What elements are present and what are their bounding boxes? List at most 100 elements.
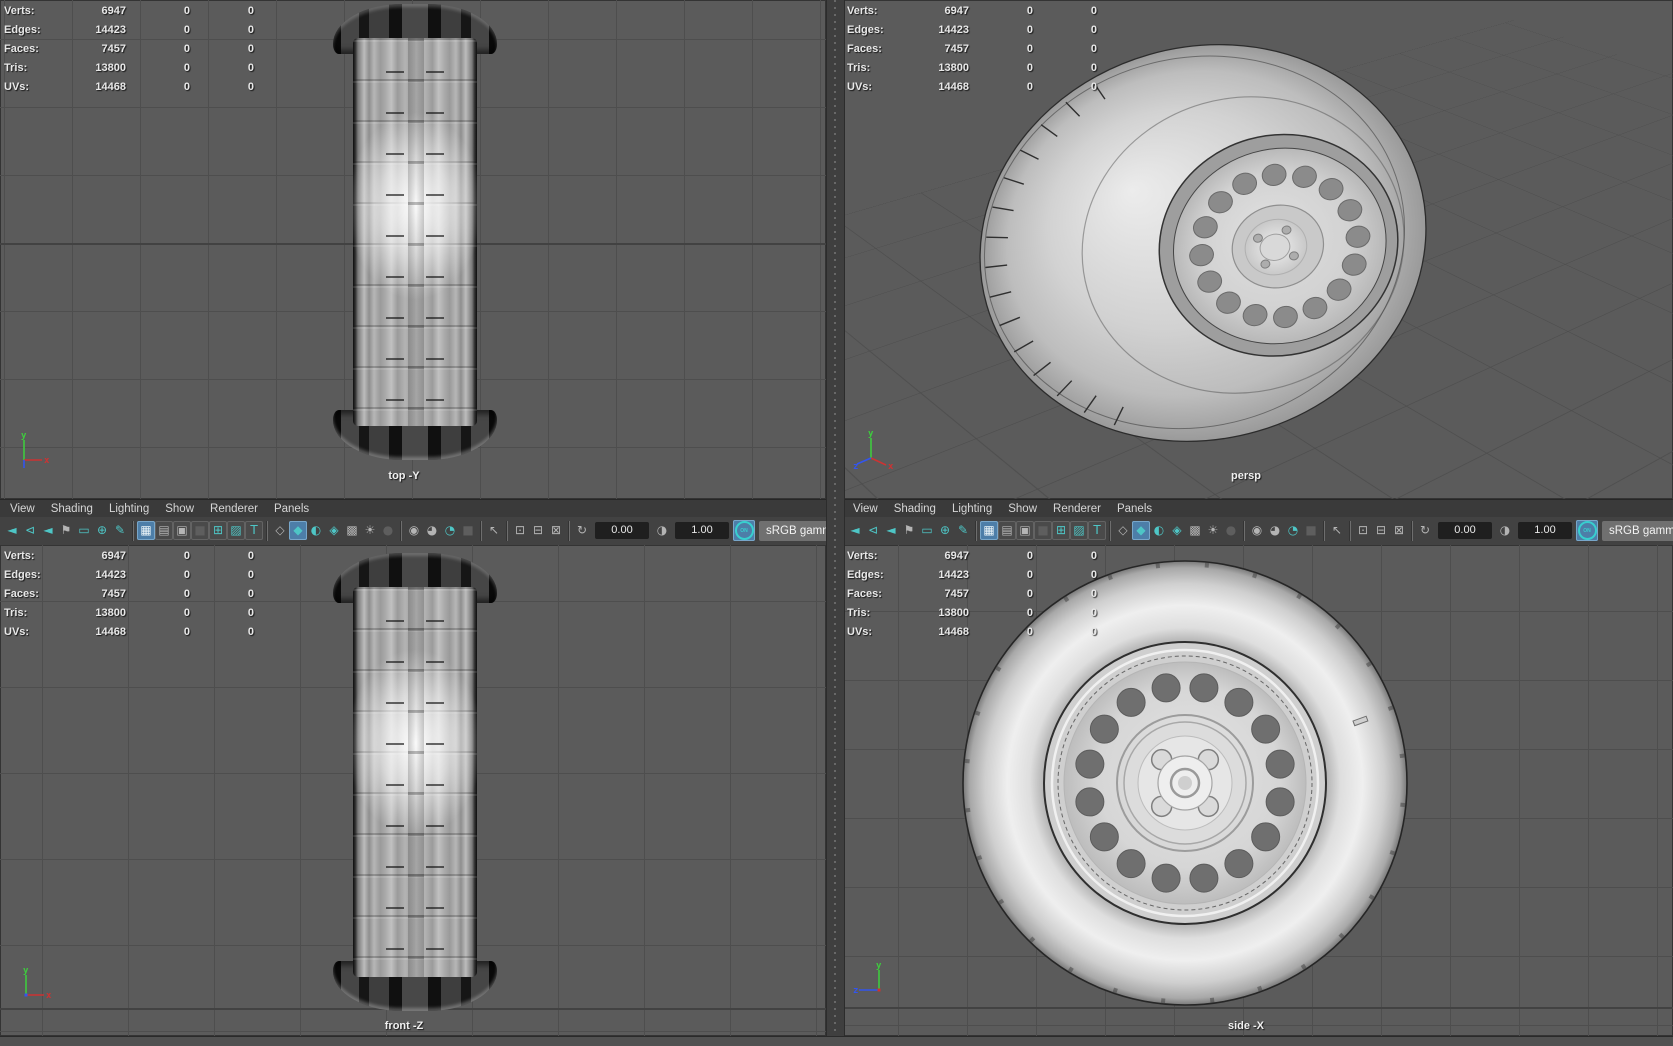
motion-blur-icon[interactable]: ◕ (423, 521, 441, 540)
bookmarks-icon[interactable]: ⚑ (900, 521, 918, 540)
isolate-select-icon[interactable]: ↖ (485, 521, 503, 540)
depth-of-field-icon[interactable]: ■ (1302, 521, 1320, 540)
pan-zoom-icon[interactable]: ⊕ (93, 521, 111, 540)
use-default-material-icon[interactable]: ▩ (1186, 521, 1204, 540)
xray-joints-icon[interactable]: ⊟ (1372, 521, 1390, 540)
resolution-gate-icon[interactable]: ▣ (1016, 521, 1034, 540)
gate-mask-icon[interactable]: ■ (191, 521, 209, 540)
menu-panels[interactable]: Panels (266, 503, 317, 515)
contrast-icon[interactable]: ◑ (653, 521, 671, 540)
smooth-shade-icon[interactable]: ◆ (289, 521, 307, 540)
image-plane-icon[interactable]: ▭ (75, 521, 93, 540)
film-gate-icon[interactable]: ▤ (155, 521, 173, 540)
menu-panels[interactable]: Panels (1109, 503, 1160, 515)
contrast-field[interactable]: 1.00 (1518, 522, 1572, 539)
select-camera-icon[interactable]: ◄ (846, 521, 864, 540)
shadows-icon[interactable]: ● (379, 521, 397, 540)
grid-toggle-icon[interactable]: ▦ (137, 521, 155, 540)
camera-attributes-icon[interactable]: ◄ (882, 521, 900, 540)
wireframe-on-shaded-icon[interactable]: ◐ (307, 521, 325, 540)
hud-value: 0 (1026, 43, 1033, 55)
menu-view[interactable]: View (2, 503, 43, 515)
shadows-icon[interactable]: ● (1222, 521, 1240, 540)
field-chart-icon[interactable]: ⊞ (1052, 521, 1070, 540)
wireframe-on-shaded-icon[interactable]: ◐ (1150, 521, 1168, 540)
depth-of-field-icon[interactable]: ■ (459, 521, 477, 540)
smooth-shade-icon[interactable]: ◆ (1132, 521, 1150, 540)
gamma-mode-select[interactable]: sRGB gamma (759, 520, 826, 541)
isolate-select-icon[interactable]: ↖ (1328, 521, 1346, 540)
xray-active-components-icon[interactable]: ⊠ (1390, 521, 1408, 540)
lock-camera-icon[interactable]: ⊲ (21, 521, 39, 540)
viewport-top[interactable]: Verts: 6947 0 0 Edges: 14423 0 0 Faces: 7457 0 0 Tri… (0, 0, 826, 499)
viewport-label: side -X (1227, 1020, 1265, 1032)
safe-title-icon[interactable]: T (1088, 521, 1106, 540)
select-camera-icon[interactable]: ◄ (3, 521, 21, 540)
safe-action-icon[interactable]: ▨ (1070, 521, 1088, 540)
safe-title-icon[interactable]: T (245, 521, 263, 540)
hud-value: 0 (1090, 62, 1097, 74)
xray-active-components-icon[interactable]: ⊠ (547, 521, 565, 540)
menu-view[interactable]: View (845, 503, 886, 515)
lighting-icon[interactable]: ☀ (1204, 521, 1222, 540)
viewport-label: front -Z (384, 1020, 424, 1032)
exposure-field[interactable]: 0.00 (1438, 522, 1492, 539)
safe-action-icon[interactable]: ▨ (227, 521, 245, 540)
hud-value: 6947 (944, 550, 969, 562)
resolution-gate-icon[interactable]: ▣ (173, 521, 191, 540)
wheel-model-front-view[interactable] (333, 553, 497, 1011)
svg-text:x: x (44, 456, 50, 466)
menu-show[interactable]: Show (1000, 503, 1045, 515)
wireframe-icon[interactable]: ◇ (271, 521, 289, 540)
menu-lighting[interactable]: Lighting (944, 503, 1000, 515)
viewport-side[interactable]: Verts: 6947 0 0 Edges: 14423 0 0 Faces: 7457 0 0 Tri… (843, 545, 1673, 1036)
menu-show[interactable]: Show (157, 503, 202, 515)
hud-value: 0 (247, 62, 254, 74)
gamma-on-button[interactable]: ON (1576, 520, 1598, 541)
bookmarks-icon[interactable]: ⚑ (57, 521, 75, 540)
film-gate-icon[interactable]: ▤ (998, 521, 1016, 540)
viewport-persp[interactable]: Verts: 6947 0 0 Edges: 14423 0 0 Faces: 7457 0 0 Tri… (843, 0, 1673, 499)
hud-value: 0 (247, 569, 254, 581)
gamma-on-button[interactable]: ON (733, 520, 755, 541)
exposure-field[interactable]: 0.00 (595, 522, 649, 539)
svg-text:z: z (853, 986, 858, 996)
textured-icon[interactable]: ◈ (325, 521, 343, 540)
hud-value: 0 (247, 43, 254, 55)
grease-pencil-icon[interactable]: ✎ (954, 521, 972, 540)
menu-renderer[interactable]: Renderer (202, 503, 266, 515)
hud-label: UVs: (847, 626, 873, 638)
motion-blur-icon[interactable]: ◕ (1266, 521, 1284, 540)
xray-icon[interactable]: ⊡ (511, 521, 529, 540)
screen-space-ao-icon[interactable]: ◉ (405, 521, 423, 540)
pan-zoom-icon[interactable]: ⊕ (936, 521, 954, 540)
xray-joints-icon[interactable]: ⊟ (529, 521, 547, 540)
menu-shading[interactable]: Shading (43, 503, 101, 515)
contrast-field[interactable]: 1.00 (675, 522, 729, 539)
camera-attributes-icon[interactable]: ◄ (39, 521, 57, 540)
menu-shading[interactable]: Shading (886, 503, 944, 515)
xray-icon[interactable]: ⊡ (1354, 521, 1372, 540)
anti-aliasing-icon[interactable]: ◔ (1284, 521, 1302, 540)
tread-sipes (386, 38, 405, 426)
viewport-front[interactable]: Verts: 6947 0 0 Edges: 14423 0 0 Faces: 7457 0 0 Tri… (0, 545, 826, 1036)
field-chart-icon[interactable]: ⊞ (209, 521, 227, 540)
use-default-material-icon[interactable]: ▩ (343, 521, 361, 540)
grease-pencil-icon[interactable]: ✎ (111, 521, 129, 540)
screen-space-ao-icon[interactable]: ◉ (1248, 521, 1266, 540)
wireframe-icon[interactable]: ◇ (1114, 521, 1132, 540)
gamma-mode-select[interactable]: sRGB gamma (1602, 520, 1673, 541)
grid-toggle-icon[interactable]: ▦ (980, 521, 998, 540)
lock-camera-icon[interactable]: ⊲ (864, 521, 882, 540)
lighting-icon[interactable]: ☀ (361, 521, 379, 540)
menu-renderer[interactable]: Renderer (1045, 503, 1109, 515)
gate-mask-icon[interactable]: ■ (1034, 521, 1052, 540)
menu-lighting[interactable]: Lighting (101, 503, 157, 515)
anti-aliasing-icon[interactable]: ◔ (441, 521, 459, 540)
contrast-icon[interactable]: ◑ (1496, 521, 1514, 540)
wheel-model-top-view[interactable] (333, 4, 497, 460)
image-plane-icon[interactable]: ▭ (918, 521, 936, 540)
textured-icon[interactable]: ◈ (1168, 521, 1186, 540)
exposure-icon[interactable]: ↻ (573, 521, 591, 540)
exposure-icon[interactable]: ↻ (1416, 521, 1434, 540)
